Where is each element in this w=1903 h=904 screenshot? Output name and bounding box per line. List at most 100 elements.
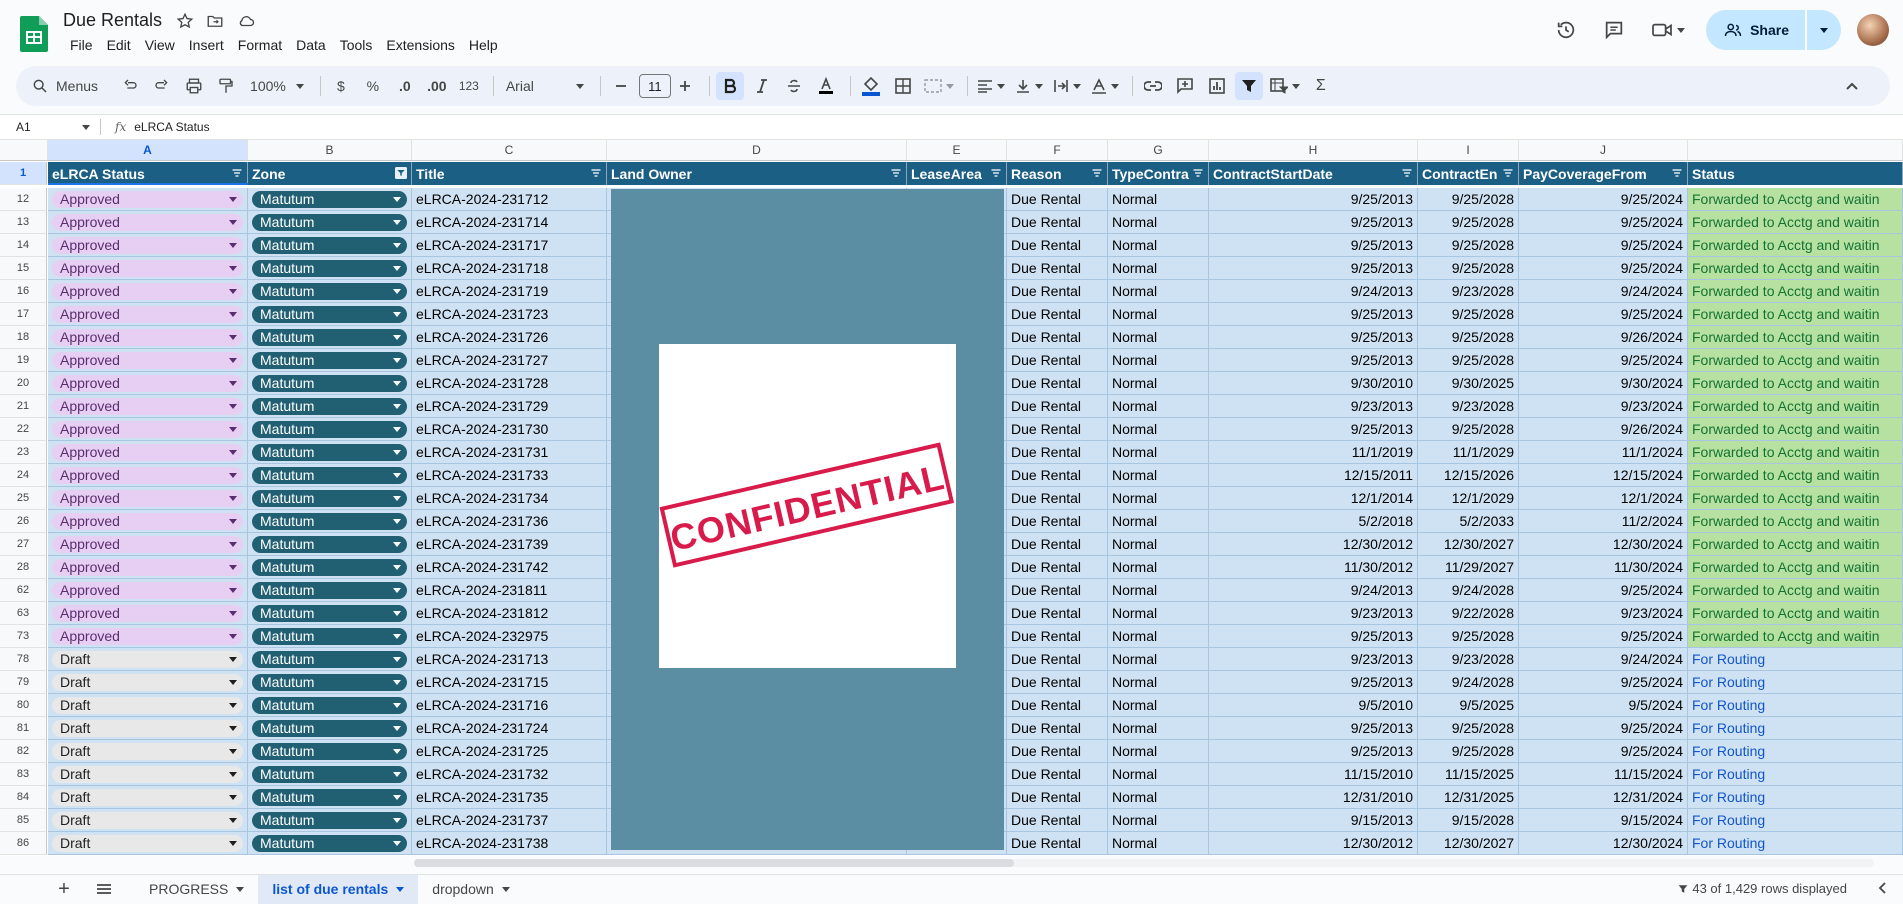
column-header-a[interactable]: A	[48, 140, 248, 161]
pay-coverage-from-cell[interactable]: 9/24/2024	[1519, 280, 1688, 303]
contract-start-date-cell[interactable]: 12/31/2010	[1209, 786, 1418, 809]
type-contract-cell[interactable]: Normal	[1108, 464, 1209, 487]
elrca-status-cell[interactable]: Approved	[48, 579, 248, 602]
type-contract-cell[interactable]: Normal	[1108, 487, 1209, 510]
collapse-toolbar-icon[interactable]	[1838, 72, 1866, 100]
reason-cell[interactable]: Due Rental	[1007, 832, 1108, 855]
reason-cell[interactable]: Due Rental	[1007, 763, 1108, 786]
status-dropdown-chip[interactable]: Approved	[52, 420, 243, 438]
type-contract-cell[interactable]: Normal	[1108, 234, 1209, 257]
more-formats-button[interactable]: 123	[455, 72, 483, 100]
strikethrough-icon[interactable]	[780, 72, 808, 100]
type-contract-cell[interactable]: Normal	[1108, 418, 1209, 441]
contract-end-cell[interactable]: 12/31/2025	[1418, 786, 1519, 809]
reason-cell[interactable]: Due Rental	[1007, 487, 1108, 510]
reason-cell[interactable]: Due Rental	[1007, 257, 1108, 280]
contract-start-date-cell[interactable]: 12/30/2012	[1209, 832, 1418, 855]
zone-dropdown-chip[interactable]: Matutum	[252, 719, 407, 737]
pay-coverage-from-cell[interactable]: 9/25/2024	[1519, 303, 1688, 326]
reason-cell[interactable]: Due Rental	[1007, 326, 1108, 349]
zone-cell[interactable]: Matutum	[248, 579, 412, 602]
zone-cell[interactable]: Matutum	[248, 717, 412, 740]
header-pay-coverage-from[interactable]: PayCoverageFrom	[1519, 162, 1688, 185]
elrca-status-cell[interactable]: Approved	[48, 464, 248, 487]
status-dropdown-chip[interactable]: Approved	[52, 558, 243, 576]
row-header[interactable]: 86	[0, 832, 47, 855]
elrca-status-cell[interactable]: Draft	[48, 717, 248, 740]
elrca-status-cell[interactable]: Approved	[48, 625, 248, 648]
contract-start-date-cell[interactable]: 9/23/2013	[1209, 602, 1418, 625]
contract-end-cell[interactable]: 9/25/2028	[1418, 717, 1519, 740]
status-cell[interactable]: For Routing	[1688, 740, 1903, 763]
title-cell[interactable]: eLRCA-2024-231812	[412, 602, 607, 625]
pay-coverage-from-cell[interactable]: 12/30/2024	[1519, 832, 1688, 855]
vertical-align-icon[interactable]	[1012, 72, 1046, 100]
status-dropdown-chip[interactable]: Approved	[52, 535, 243, 553]
zone-cell[interactable]: Matutum	[248, 349, 412, 372]
elrca-status-cell[interactable]: Approved	[48, 234, 248, 257]
row-header[interactable]: 27	[0, 533, 47, 556]
font-size-input[interactable]: 11	[638, 74, 671, 98]
zone-cell[interactable]: Matutum	[248, 464, 412, 487]
status-dropdown-chip[interactable]: Approved	[52, 397, 243, 415]
elrca-status-cell[interactable]: Draft	[48, 740, 248, 763]
formula-input[interactable]: eLRCA Status	[134, 120, 209, 134]
zone-dropdown-chip[interactable]: Matutum	[252, 466, 407, 484]
status-cell[interactable]: Forwarded to Acctg and waitin	[1688, 349, 1903, 372]
menu-tools[interactable]: Tools	[333, 37, 380, 53]
name-box[interactable]: A1	[0, 120, 100, 134]
row-header[interactable]: 23	[0, 441, 47, 464]
insert-link-icon[interactable]	[1139, 72, 1167, 100]
row-header[interactable]: 21	[0, 395, 47, 418]
zone-dropdown-chip[interactable]: Matutum	[252, 558, 407, 576]
status-dropdown-chip[interactable]: Approved	[52, 604, 243, 622]
status-dropdown-chip[interactable]: Approved	[52, 282, 243, 300]
contract-start-date-cell[interactable]: 9/23/2013	[1209, 395, 1418, 418]
row-header[interactable]: 12	[0, 188, 47, 211]
reason-cell[interactable]: Due Rental	[1007, 786, 1108, 809]
type-contract-cell[interactable]: Normal	[1108, 717, 1209, 740]
status-cell[interactable]: For Routing	[1688, 786, 1903, 809]
contract-start-date-cell[interactable]: 9/5/2010	[1209, 694, 1418, 717]
zone-dropdown-chip[interactable]: Matutum	[252, 742, 407, 760]
sheets-logo-icon[interactable]	[20, 16, 48, 52]
reason-cell[interactable]: Due Rental	[1007, 418, 1108, 441]
pay-coverage-from-cell[interactable]: 9/25/2024	[1519, 188, 1688, 211]
zone-cell[interactable]: Matutum	[248, 763, 412, 786]
reason-cell[interactable]: Due Rental	[1007, 533, 1108, 556]
column-header-g[interactable]: G	[1108, 140, 1209, 161]
comments-icon[interactable]	[1594, 19, 1634, 41]
title-cell[interactable]: eLRCA-2024-231713	[412, 648, 607, 671]
select-all-corner[interactable]	[0, 140, 48, 161]
row-header[interactable]: 26	[0, 510, 47, 533]
contract-start-date-cell[interactable]: 9/25/2013	[1209, 349, 1418, 372]
title-cell[interactable]: eLRCA-2024-231725	[412, 740, 607, 763]
zone-cell[interactable]: Matutum	[248, 280, 412, 303]
title-cell[interactable]: eLRCA-2024-231726	[412, 326, 607, 349]
type-contract-cell[interactable]: Normal	[1108, 326, 1209, 349]
zone-cell[interactable]: Matutum	[248, 188, 412, 211]
elrca-status-cell[interactable]: Draft	[48, 648, 248, 671]
contract-end-cell[interactable]: 9/25/2028	[1418, 418, 1519, 441]
status-dropdown-chip[interactable]: Draft	[52, 765, 243, 783]
reason-cell[interactable]: Due Rental	[1007, 602, 1108, 625]
row-header[interactable]: 80	[0, 694, 47, 717]
pay-coverage-from-cell[interactable]: 12/30/2024	[1519, 533, 1688, 556]
elrca-status-cell[interactable]: Approved	[48, 395, 248, 418]
contract-end-cell[interactable]: 9/22/2028	[1418, 602, 1519, 625]
title-cell[interactable]: eLRCA-2024-231732	[412, 763, 607, 786]
zone-cell[interactable]: Matutum	[248, 694, 412, 717]
row-header[interactable]: 16	[0, 280, 47, 303]
header-land-owner[interactable]: Land Owner	[607, 162, 907, 185]
zone-cell[interactable]: Matutum	[248, 786, 412, 809]
contract-start-date-cell[interactable]: 9/25/2013	[1209, 671, 1418, 694]
column-header-h[interactable]: H	[1209, 140, 1418, 161]
title-cell[interactable]: eLRCA-2024-231738	[412, 832, 607, 855]
all-sheets-icon[interactable]	[89, 883, 119, 895]
zone-dropdown-chip[interactable]: Matutum	[252, 512, 407, 530]
add-sheet-icon[interactable]: +	[49, 878, 79, 901]
zone-cell[interactable]: Matutum	[248, 395, 412, 418]
contract-end-cell[interactable]: 12/1/2029	[1418, 487, 1519, 510]
contract-end-cell[interactable]: 11/1/2029	[1418, 441, 1519, 464]
status-cell[interactable]: Forwarded to Acctg and waitin	[1688, 464, 1903, 487]
